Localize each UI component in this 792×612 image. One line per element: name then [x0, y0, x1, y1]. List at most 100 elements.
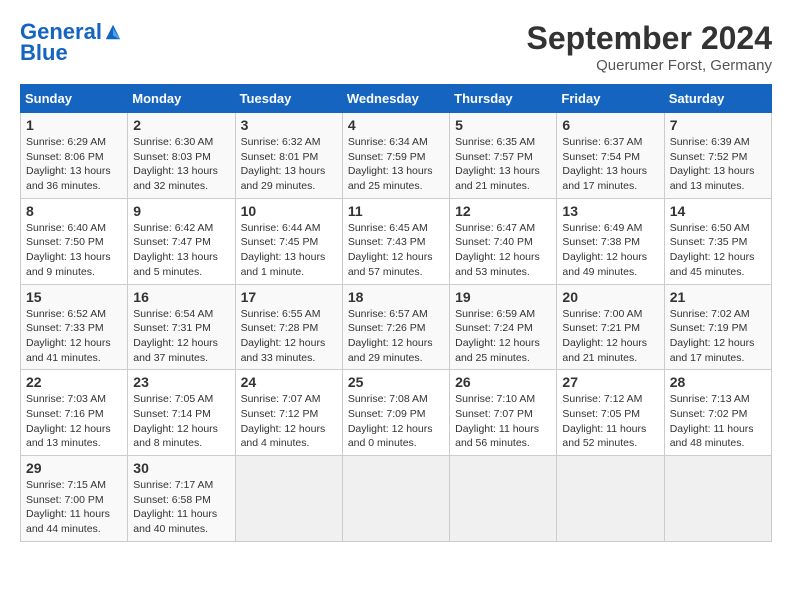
calendar-cell: 9 Sunrise: 6:42 AM Sunset: 7:47 PM Dayli… — [128, 198, 235, 284]
cell-info: Sunrise: 7:02 AM Sunset: 7:19 PM Dayligh… — [670, 307, 766, 366]
sunset-text: Sunset: 7:14 PM — [133, 407, 229, 422]
day-number: 9 — [133, 203, 229, 219]
sunset-text: Sunset: 7:50 PM — [26, 235, 122, 250]
cell-info: Sunrise: 6:30 AM Sunset: 8:03 PM Dayligh… — [133, 135, 229, 194]
cell-info: Sunrise: 7:07 AM Sunset: 7:12 PM Dayligh… — [241, 392, 337, 451]
sunrise-text: Sunrise: 6:57 AM — [348, 307, 444, 322]
daylight-text: Daylight: 13 hours and 36 minutes. — [26, 164, 122, 193]
cell-info: Sunrise: 6:39 AM Sunset: 7:52 PM Dayligh… — [670, 135, 766, 194]
sunrise-text: Sunrise: 6:47 AM — [455, 221, 551, 236]
col-header-monday: Monday — [128, 85, 235, 113]
calendar-cell: 22 Sunrise: 7:03 AM Sunset: 7:16 PM Dayl… — [21, 370, 128, 456]
daylight-text: Daylight: 12 hours and 25 minutes. — [455, 336, 551, 365]
sunset-text: Sunset: 7:02 PM — [670, 407, 766, 422]
daylight-text: Daylight: 12 hours and 57 minutes. — [348, 250, 444, 279]
calendar-cell: 10 Sunrise: 6:44 AM Sunset: 7:45 PM Dayl… — [235, 198, 342, 284]
daylight-text: Daylight: 12 hours and 29 minutes. — [348, 336, 444, 365]
day-number: 7 — [670, 117, 766, 133]
day-number: 5 — [455, 117, 551, 133]
cell-info: Sunrise: 6:49 AM Sunset: 7:38 PM Dayligh… — [562, 221, 658, 280]
col-header-wednesday: Wednesday — [342, 85, 449, 113]
daylight-text: Daylight: 11 hours and 48 minutes. — [670, 422, 766, 451]
sunset-text: Sunset: 7:59 PM — [348, 150, 444, 165]
day-number: 3 — [241, 117, 337, 133]
day-number: 10 — [241, 203, 337, 219]
day-number: 19 — [455, 289, 551, 305]
col-header-saturday: Saturday — [664, 85, 771, 113]
month-title: September 2024 — [527, 20, 772, 57]
cell-info: Sunrise: 7:15 AM Sunset: 7:00 PM Dayligh… — [26, 478, 122, 537]
calendar-cell: 27 Sunrise: 7:12 AM Sunset: 7:05 PM Dayl… — [557, 370, 664, 456]
sunrise-text: Sunrise: 6:40 AM — [26, 221, 122, 236]
calendar-cell: 13 Sunrise: 6:49 AM Sunset: 7:38 PM Dayl… — [557, 198, 664, 284]
day-number: 4 — [348, 117, 444, 133]
daylight-text: Daylight: 12 hours and 37 minutes. — [133, 336, 229, 365]
sunset-text: Sunset: 7:28 PM — [241, 321, 337, 336]
sunset-text: Sunset: 8:06 PM — [26, 150, 122, 165]
sunrise-text: Sunrise: 6:29 AM — [26, 135, 122, 150]
sunrise-text: Sunrise: 6:37 AM — [562, 135, 658, 150]
calendar-table: SundayMondayTuesdayWednesdayThursdayFrid… — [20, 84, 772, 542]
sunset-text: Sunset: 8:03 PM — [133, 150, 229, 165]
sunset-text: Sunset: 7:38 PM — [562, 235, 658, 250]
daylight-text: Daylight: 12 hours and 49 minutes. — [562, 250, 658, 279]
day-number: 13 — [562, 203, 658, 219]
daylight-text: Daylight: 11 hours and 40 minutes. — [133, 507, 229, 536]
calendar-cell: 1 Sunrise: 6:29 AM Sunset: 8:06 PM Dayli… — [21, 113, 128, 199]
calendar-cell: 26 Sunrise: 7:10 AM Sunset: 7:07 PM Dayl… — [450, 370, 557, 456]
sunrise-text: Sunrise: 6:49 AM — [562, 221, 658, 236]
sunset-text: Sunset: 7:45 PM — [241, 235, 337, 250]
day-number: 28 — [670, 374, 766, 390]
daylight-text: Daylight: 13 hours and 32 minutes. — [133, 164, 229, 193]
day-number: 11 — [348, 203, 444, 219]
cell-info: Sunrise: 6:29 AM Sunset: 8:06 PM Dayligh… — [26, 135, 122, 194]
calendar-cell: 30 Sunrise: 7:17 AM Sunset: 6:58 PM Dayl… — [128, 456, 235, 542]
calendar-week-2: 8 Sunrise: 6:40 AM Sunset: 7:50 PM Dayli… — [21, 198, 772, 284]
day-number: 26 — [455, 374, 551, 390]
daylight-text: Daylight: 11 hours and 52 minutes. — [562, 422, 658, 451]
daylight-text: Daylight: 13 hours and 13 minutes. — [670, 164, 766, 193]
calendar-cell: 12 Sunrise: 6:47 AM Sunset: 7:40 PM Dayl… — [450, 198, 557, 284]
calendar-week-4: 22 Sunrise: 7:03 AM Sunset: 7:16 PM Dayl… — [21, 370, 772, 456]
cell-info: Sunrise: 6:32 AM Sunset: 8:01 PM Dayligh… — [241, 135, 337, 194]
sunrise-text: Sunrise: 6:32 AM — [241, 135, 337, 150]
cell-info: Sunrise: 6:54 AM Sunset: 7:31 PM Dayligh… — [133, 307, 229, 366]
cell-info: Sunrise: 6:59 AM Sunset: 7:24 PM Dayligh… — [455, 307, 551, 366]
daylight-text: Daylight: 13 hours and 17 minutes. — [562, 164, 658, 193]
cell-info: Sunrise: 6:44 AM Sunset: 7:45 PM Dayligh… — [241, 221, 337, 280]
calendar-cell — [664, 456, 771, 542]
cell-info: Sunrise: 7:12 AM Sunset: 7:05 PM Dayligh… — [562, 392, 658, 451]
sunrise-text: Sunrise: 6:59 AM — [455, 307, 551, 322]
cell-info: Sunrise: 6:34 AM Sunset: 7:59 PM Dayligh… — [348, 135, 444, 194]
calendar-cell: 5 Sunrise: 6:35 AM Sunset: 7:57 PM Dayli… — [450, 113, 557, 199]
cell-info: Sunrise: 7:00 AM Sunset: 7:21 PM Dayligh… — [562, 307, 658, 366]
sunrise-text: Sunrise: 7:07 AM — [241, 392, 337, 407]
day-number: 27 — [562, 374, 658, 390]
daylight-text: Daylight: 12 hours and 17 minutes. — [670, 336, 766, 365]
sunset-text: Sunset: 7:16 PM — [26, 407, 122, 422]
sunrise-text: Sunrise: 7:15 AM — [26, 478, 122, 493]
sunrise-text: Sunrise: 6:54 AM — [133, 307, 229, 322]
calendar-cell — [235, 456, 342, 542]
sunrise-text: Sunrise: 7:13 AM — [670, 392, 766, 407]
day-number: 12 — [455, 203, 551, 219]
sunset-text: Sunset: 7:35 PM — [670, 235, 766, 250]
cell-info: Sunrise: 6:45 AM Sunset: 7:43 PM Dayligh… — [348, 221, 444, 280]
daylight-text: Daylight: 12 hours and 8 minutes. — [133, 422, 229, 451]
cell-info: Sunrise: 6:55 AM Sunset: 7:28 PM Dayligh… — [241, 307, 337, 366]
sunset-text: Sunset: 7:43 PM — [348, 235, 444, 250]
calendar-week-3: 15 Sunrise: 6:52 AM Sunset: 7:33 PM Dayl… — [21, 284, 772, 370]
calendar-cell: 2 Sunrise: 6:30 AM Sunset: 8:03 PM Dayli… — [128, 113, 235, 199]
location: Querumer Forst, Germany — [527, 57, 772, 74]
day-number: 30 — [133, 460, 229, 476]
sunrise-text: Sunrise: 6:45 AM — [348, 221, 444, 236]
sunrise-text: Sunrise: 6:55 AM — [241, 307, 337, 322]
sunrise-text: Sunrise: 7:12 AM — [562, 392, 658, 407]
sunset-text: Sunset: 7:52 PM — [670, 150, 766, 165]
calendar-cell: 8 Sunrise: 6:40 AM Sunset: 7:50 PM Dayli… — [21, 198, 128, 284]
day-number: 1 — [26, 117, 122, 133]
sunset-text: Sunset: 7:54 PM — [562, 150, 658, 165]
sunset-text: Sunset: 6:58 PM — [133, 493, 229, 508]
cell-info: Sunrise: 6:57 AM Sunset: 7:26 PM Dayligh… — [348, 307, 444, 366]
logo: General Blue — [20, 20, 126, 66]
